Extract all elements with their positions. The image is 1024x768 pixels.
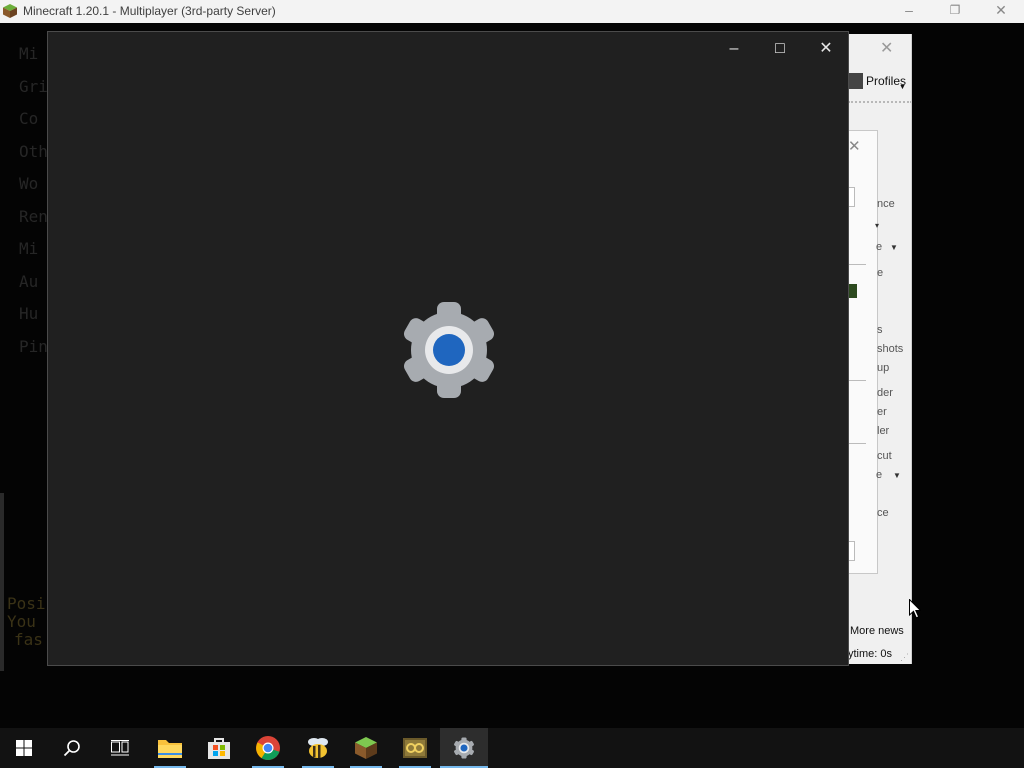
settings-window[interactable]: – □ ✕ xyxy=(47,31,849,666)
settings-maximize-button[interactable]: □ xyxy=(765,36,795,62)
task-view-button[interactable] xyxy=(96,728,144,768)
mc-position-text: fas xyxy=(14,630,43,649)
bee-icon xyxy=(308,738,328,758)
taskbar-minecraft-launcher[interactable] xyxy=(342,728,390,768)
taskbar-chrome[interactable] xyxy=(244,728,292,768)
minecraft-launcher-icon xyxy=(355,737,377,759)
playtime-status: ytime: 0s xyxy=(848,648,893,660)
mouse-cursor-icon xyxy=(909,599,921,619)
panel-option-label: cut xyxy=(877,450,892,462)
mc-position-text: You xyxy=(7,612,36,631)
mc-menu-item[interactable]: Mi xyxy=(19,239,38,258)
panel-separator xyxy=(848,380,866,381)
start-button[interactable] xyxy=(0,728,48,768)
panel-option-label[interactable]: ler xyxy=(877,425,889,437)
panel-option-label[interactable]: e xyxy=(876,469,882,481)
chrome-icon xyxy=(256,736,280,761)
more-news-link[interactable]: More news xyxy=(850,625,904,637)
mc-position-text: Posi xyxy=(7,594,46,613)
minecraft-launcher-window[interactable]: ✕ Profiles ▼ ✕ nce ▾ e ▼ e s shots up de… xyxy=(848,34,912,664)
mc-menu-item[interactable]: Mi xyxy=(19,44,38,63)
mc-menu-item[interactable]: Pin xyxy=(19,337,48,356)
caret-down-icon: ▼ xyxy=(899,84,906,91)
panel-option-label[interactable]: up xyxy=(877,362,889,374)
minecraft-minimize-button[interactable]: – xyxy=(886,0,932,23)
mc-menu-item[interactable]: Wo xyxy=(19,174,38,193)
store-bag-icon xyxy=(208,738,230,759)
mc-menu-item[interactable]: Ren xyxy=(19,207,48,226)
mc-menu-item[interactable]: Au xyxy=(19,272,38,291)
mc-menu-item[interactable]: Gri xyxy=(19,77,48,96)
panel-separator xyxy=(848,443,866,444)
windows-logo-icon xyxy=(16,740,32,756)
search-button[interactable] xyxy=(48,728,96,768)
launcher-close-button[interactable]: ✕ xyxy=(880,38,893,58)
folder-icon xyxy=(158,740,182,758)
caret-down-icon: ▼ xyxy=(890,243,898,252)
minecraft-grass-block-icon xyxy=(3,4,17,18)
panel-option-label[interactable]: s xyxy=(877,324,883,336)
panel-separator xyxy=(848,264,866,265)
settings-gear-icon xyxy=(403,302,495,398)
resize-grip-icon[interactable]: ⋰ xyxy=(900,652,909,663)
minecraft-game-icon xyxy=(403,738,427,758)
minecraft-window-title: Minecraft 1.20.1 - Multiplayer (3rd-part… xyxy=(23,4,276,18)
panel-text-field[interactable] xyxy=(848,187,855,207)
panel-option-label: nce xyxy=(877,198,895,210)
desktop: Minecraft 1.20.1 - Multiplayer (3rd-part… xyxy=(0,0,1024,768)
panel-option-label[interactable]: e xyxy=(876,241,882,253)
launcher-divider xyxy=(848,101,911,103)
panel-option-label: ce xyxy=(877,507,889,519)
panel-option-label[interactable]: er xyxy=(877,406,887,418)
mc-menu-item[interactable]: Oth xyxy=(19,142,48,161)
panel-text-field[interactable] xyxy=(848,541,855,561)
caret-down-icon: ▾ xyxy=(875,221,880,230)
minecraft-titlebar[interactable]: Minecraft 1.20.1 - Multiplayer (3rd-part… xyxy=(0,0,1024,23)
mc-scrollbar[interactable] xyxy=(0,493,4,671)
panel-option-label: e xyxy=(877,267,884,279)
profile-avatar-icon xyxy=(849,73,863,89)
settings-gear-small-icon xyxy=(454,737,474,759)
minecraft-close-button[interactable]: ✕ xyxy=(978,0,1024,23)
taskbar-settings[interactable] xyxy=(440,728,488,768)
taskbar-bee-app[interactable] xyxy=(294,728,342,768)
mc-menu-item[interactable]: Hu xyxy=(19,304,38,323)
search-icon xyxy=(63,740,80,757)
taskbar-file-explorer[interactable] xyxy=(146,728,194,768)
minecraft-restore-button[interactable]: ❐ xyxy=(932,0,978,23)
taskbar xyxy=(0,728,1024,768)
mc-menu-item[interactable]: Co xyxy=(19,109,38,128)
taskbar-microsoft-store[interactable] xyxy=(195,728,243,768)
grass-block-icon xyxy=(848,284,857,298)
settings-close-button[interactable]: ✕ xyxy=(811,36,841,62)
panel-close-button[interactable]: ✕ xyxy=(848,137,861,155)
taskbar-game-app[interactable] xyxy=(391,728,439,768)
task-view-icon xyxy=(111,740,129,756)
panel-option-label[interactable]: shots xyxy=(877,343,903,355)
caret-down-icon: ▼ xyxy=(893,471,901,480)
settings-minimize-button[interactable]: – xyxy=(719,36,749,62)
panel-option-label[interactable]: der xyxy=(877,387,893,399)
